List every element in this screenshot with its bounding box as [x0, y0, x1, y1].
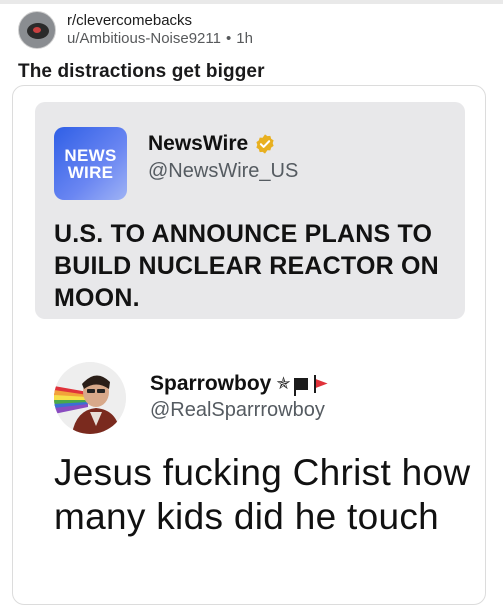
subreddit-avatar-icon[interactable] [18, 11, 56, 49]
reply-display-name-row: Sparrowboy ✯ [150, 372, 328, 396]
star-icon: ✯ [276, 374, 291, 393]
reply-handle: @RealSparrrowboy [150, 399, 325, 421]
post-image-card[interactable]: NEWS WIRE NewsWire @NewsWire_US U.S. TO … [12, 85, 486, 605]
name-emoji-row: ✯ [276, 374, 328, 396]
author-line: u/Ambitious-Noise9211 • 1h [67, 30, 253, 48]
red-flag-icon [315, 379, 328, 388]
quoted-tweet: NEWS WIRE NewsWire @NewsWire_US U.S. TO … [35, 102, 465, 319]
subreddit-name[interactable]: r/clevercomebacks [67, 12, 253, 30]
profile-avatar-icon [54, 362, 126, 434]
post-age: 1h [236, 30, 253, 47]
quoted-display-name: NewsWire [148, 132, 249, 155]
quoted-display-name-row: NewsWire [148, 132, 276, 156]
logo-line-2: WIRE [67, 162, 114, 182]
quoted-handle: @NewsWire_US [148, 160, 299, 182]
verified-badge-icon [256, 134, 274, 154]
meta-separator: • [225, 30, 232, 47]
logo-line-1: NEWS [64, 145, 117, 165]
black-flag-icon [293, 378, 308, 396]
red-flag-pole-icon [313, 375, 316, 393]
author-username[interactable]: u/Ambitious-Noise9211 [67, 30, 221, 47]
post-meta: r/clevercomebacks u/Ambitious-Noise9211 •… [67, 12, 253, 48]
newswire-logo: NEWS WIRE [54, 127, 127, 200]
reply-display-name: Sparrowboy [150, 372, 272, 395]
post-header: r/clevercomebacks u/Ambitious-Noise9211 •… [18, 10, 253, 50]
quoted-tweet-text: U.S. TO ANNOUNCE PLANS TO BUILD NUCLEAR … [54, 220, 439, 312]
post-title[interactable]: The distractions get bigger [18, 61, 265, 83]
top-divider [0, 0, 503, 4]
reply-tweet-text: Jesus fucking Christ how many kids did h… [54, 452, 471, 537]
